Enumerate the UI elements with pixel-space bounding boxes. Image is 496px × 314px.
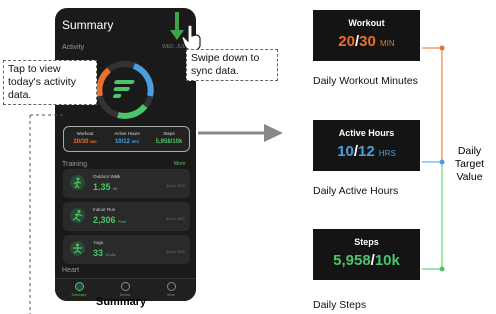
workout-panel-value: 20/30 MIN [338,33,395,50]
workout-panel-title: Workout [348,18,385,28]
steps-panel-value: 5,958/10k [333,252,400,269]
screen-caption: Summary [96,296,147,308]
swipe-callout: Swipe down to sync data. [186,49,278,81]
active-hours-caption: Daily Active Hours [313,185,399,197]
steps-panel: Steps 5,958/10k [313,229,420,280]
active-hours-panel-title: Active Hours [338,128,395,138]
tap-callout: Tap to view today's activity data. [3,60,97,105]
active-hours-panel-value: 10/12 HRS [337,143,396,160]
steps-panel-title: Steps [354,237,379,247]
active-hours-panel: Active Hours 10/12 HRS [313,120,420,171]
steps-caption: Daily Steps [313,299,367,311]
connector-lines [29,45,445,314]
daily-target-label: Daily Target Value [454,145,485,183]
workout-panel: Workout 20/30 MIN [313,10,420,61]
workout-caption: Daily Workout Minutes [313,75,418,87]
